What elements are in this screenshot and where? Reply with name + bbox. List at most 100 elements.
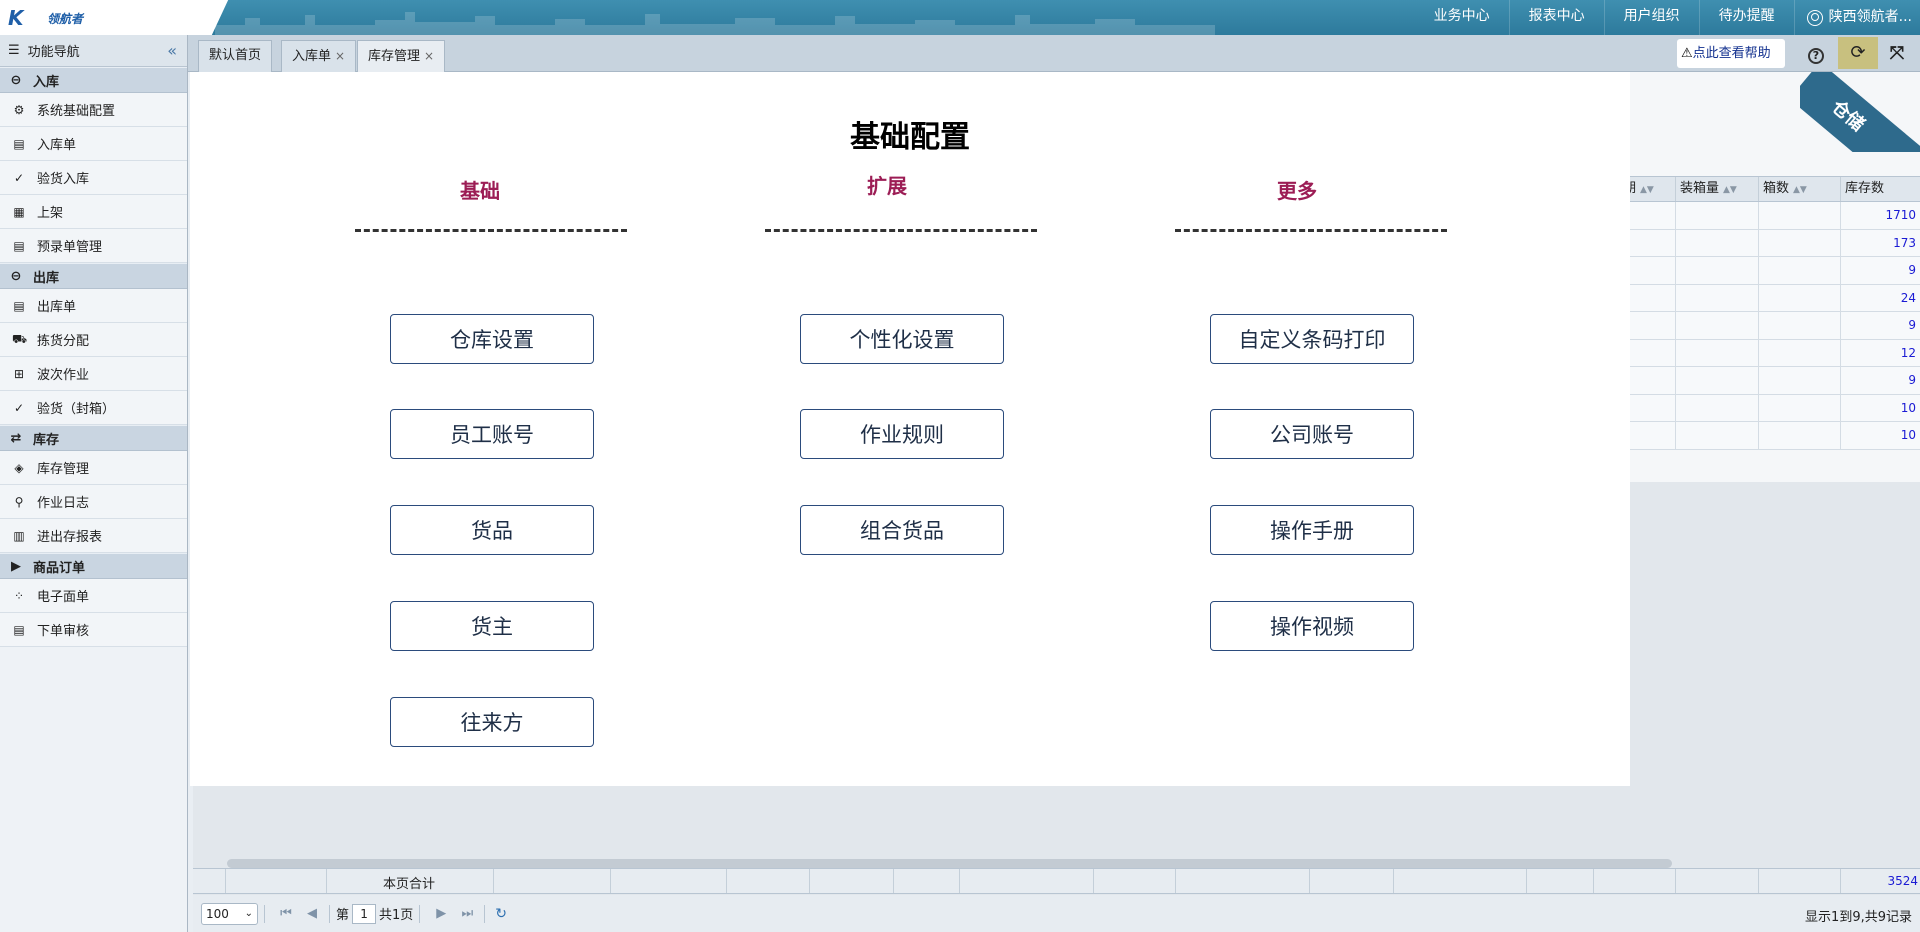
sidebar-item-pre-record[interactable]: ▤ 预录单管理 [0,229,187,263]
nav-business-center[interactable]: 业务中心 [1415,0,1509,35]
table-row[interactable]: 24 [1593,284,1920,312]
stock-count-cell: 9 [1840,312,1920,339]
grid-header: 期日期▲▼ 装箱量▲▼ 箱数▲▼ 库存数 [1593,176,1920,202]
sidebar-item-outbound-order[interactable]: ▤ 出库单 [0,289,187,323]
group-outbound[interactable]: ⊖ 出库 [0,263,187,289]
tab-label: 库存管理 [368,49,421,64]
close-icon[interactable]: × [335,49,345,63]
barcode-print-button[interactable]: 自定义条码打印 [1210,314,1414,364]
sidebar-item-inspect-seal[interactable]: ✓ 验货（封箱） [0,391,187,425]
reload-icon[interactable]: ↻ [495,906,507,922]
nav-todo-reminders[interactable]: 待办提醒 [1698,0,1794,35]
document-icon: ▤ [13,238,25,253]
logo[interactable]: K 领航者 [0,0,205,35]
table-cell [1758,284,1840,312]
refresh-icon[interactable]: ⟳ [1838,37,1878,69]
last-page-icon[interactable]: ⏭ [456,906,478,921]
cube-icon: ◈ [14,460,24,475]
question-icon[interactable]: ? [1803,41,1829,67]
sidebar-item-picking[interactable]: ⛟ 拣货分配 [0,323,187,357]
group-product-orders[interactable]: ▶ 商品订单 [0,553,187,579]
sidebar-item-label: 系统基础配置 [37,104,116,119]
nav-report-center[interactable]: 报表中心 [1508,0,1604,35]
check-icon: ✓ [13,400,25,415]
tab-label: 默认首页 [209,48,262,63]
sidebar-item-shelving[interactable]: ▦ 上架 [0,195,187,229]
bar-chart-icon: ▥ [13,528,25,543]
table-row[interactable]: 10 [1593,394,1920,422]
grid-rows: 1710 173 9 24 9 12 9 10 10 [1593,202,1920,450]
table-cell [1675,257,1758,284]
stock-count-cell: 12 [1840,339,1920,367]
first-page-icon[interactable]: ⏮ [275,906,297,921]
table-row[interactable]: 9 [1593,257,1920,285]
sidebar-item-inspect-inbound[interactable]: ✓ 验货入库 [0,161,187,195]
work-rules-button[interactable]: 作业规则 [800,409,1004,459]
sidebar-item-io-report[interactable]: ▥ 进出存报表 [0,519,187,553]
list-icon: ☰ [8,43,20,58]
sidebar-item-inventory-mgmt[interactable]: ◈ 库存管理 [0,451,187,485]
personalization-button[interactable]: 个性化设置 [800,314,1004,364]
table-row[interactable]: 10 [1593,422,1920,450]
manual-button[interactable]: 操作手册 [1210,505,1414,555]
group-inventory[interactable]: ⇄ 库存 [0,425,187,451]
corner-badge: 仓储 [1800,72,1920,152]
stock-count-cell: 9 [1840,367,1920,394]
user-name: 陕西领航者... [1828,9,1912,25]
sidebar-item-system-config[interactable]: ⚙ 系统基础配置 [0,93,187,127]
sidebar-header: ☰ 功能导航 « [0,35,187,67]
table-cell [1758,312,1840,339]
goods-button[interactable]: 货品 [390,505,594,555]
sidebar-item-order-review[interactable]: ▤ 下单审核 [0,613,187,647]
stock-count-cell: 24 [1840,284,1920,312]
tab-inbound-order[interactable]: 入库单 × [281,40,357,72]
table-row[interactable]: 9 [1593,312,1920,340]
logo-mark: K [8,6,23,30]
sidebar-item-label: 出库单 [37,300,77,315]
nav-user-org[interactable]: 用户组织 [1603,0,1699,35]
cargo-owner-button[interactable]: 货主 [390,601,594,651]
table-cell [1675,339,1758,367]
column-label: 装箱量 [1680,181,1720,196]
employee-account-button[interactable]: 员工账号 [390,409,594,459]
counterparty-button[interactable]: 往来方 [390,697,594,747]
column-header[interactable]: 箱数 ▲▼ [1758,177,1840,201]
page-total: 共1页 [379,908,414,923]
close-icon[interactable]: × [424,49,434,63]
sidebar-item-label: 波次作业 [37,368,90,383]
user-menu[interactable]: 陕西领航者... [1793,0,1920,35]
video-button[interactable]: 操作视频 [1210,601,1414,651]
logo-text: 领航者 [47,12,84,26]
pager: 100 ⌄ ⏮ ◀ 第 1 共1页 ▶ ⏭ ↻ 显示1到9,共9记录 [193,895,1920,932]
table-row[interactable]: 173 [1593,229,1920,257]
column-title-basic: 基础 [460,179,500,203]
next-page-icon[interactable]: ▶ [430,906,452,921]
combo-goods-button[interactable]: 组合货品 [800,505,1004,555]
fullscreen-icon[interactable]: ⤧ [1884,41,1910,67]
tab-inventory-mgmt[interactable]: 库存管理 × [357,40,446,72]
column-header[interactable]: 库存数 [1840,177,1920,201]
help-button[interactable]: ⚠点此查看帮助 [1677,39,1785,68]
table-cell [1675,394,1758,422]
tab-home[interactable]: 默认首页 [198,40,273,72]
page-number-input[interactable]: 1 [352,903,377,924]
prev-page-icon[interactable]: ◀ [301,906,323,921]
table-cell [1675,422,1758,449]
sidebar-item-wave[interactable]: ⊞ 波次作业 [0,357,187,391]
warehouse-settings-button[interactable]: 仓库设置 [390,314,594,364]
table-row[interactable]: 1710 [1593,202,1920,230]
table-row[interactable]: 9 [1593,367,1920,395]
gear-icon: ⚙ [13,102,25,117]
company-account-button[interactable]: 公司账号 [1210,409,1414,459]
horizontal-scrollbar[interactable] [227,859,1672,868]
group-inbound[interactable]: ⊖ 入库 [0,67,187,93]
sidebar-item-label: 进出存报表 [37,530,103,545]
document-icon: ▤ [13,622,25,637]
page-size-select[interactable]: 100 ⌄ [201,902,258,925]
collapse-sidebar-icon[interactable]: « [167,41,177,60]
sidebar-item-inbound-order[interactable]: ▤ 入库单 [0,127,187,161]
sidebar-item-work-log[interactable]: ⚲ 作业日志 [0,485,187,519]
table-row[interactable]: 12 [1593,339,1920,367]
sidebar-item-e-waybill[interactable]: ⁘ 电子面单 [0,579,187,613]
column-header[interactable]: 装箱量 ▲▼ [1675,177,1758,201]
